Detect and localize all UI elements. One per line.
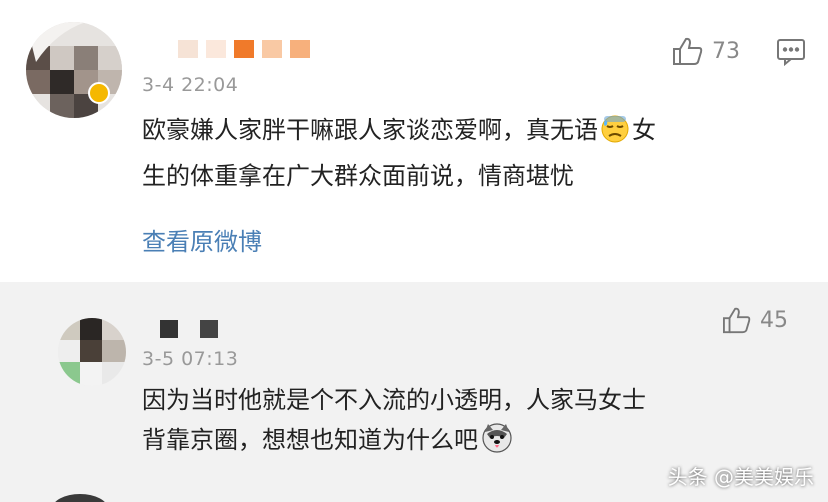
like-button[interactable]: 45 [722,306,788,334]
view-original-link[interactable]: 查看原微博 [142,222,262,257]
comment-timestamp: 3-5 07:13 [142,348,239,370]
comment-text-line: 背靠京圈，想想也知道为什么吧 [142,426,478,454]
like-button[interactable]: 73 [672,36,740,66]
comment-text-line: 生的体重拿在广大群众面前说，情商堪忧 [142,162,574,190]
avatar[interactable] [58,318,126,386]
comment-timestamp: 3-4 22:04 [142,74,239,96]
comment-text-line: 因为当时他就是个不入流的小透明，人家马女士 [142,386,646,414]
username-masked[interactable] [178,40,310,58]
thumbs-up-icon [722,306,752,334]
comment-item: 3-4 22:04 73 欧豪嫌人家胖干嘛跟人家谈恋爱啊，真无语 女 生的体重拿在… [0,0,828,282]
sweat-face-emoji-icon [600,114,630,156]
like-count: 45 [760,307,788,333]
comment-text-line: 欧豪嫌人家胖干嘛跟人家谈恋爱啊，真无语 [142,116,598,144]
verified-badge-icon [88,82,110,104]
like-count: 73 [712,38,740,64]
comment-text: 因为当时他就是个不入流的小透明，人家马女士 背靠京圈，想想也知道为什么吧 [142,380,802,466]
avatar[interactable] [26,22,122,118]
husky-face-emoji-icon [480,422,514,466]
comment-text: 欧豪嫌人家胖干嘛跟人家谈恋爱啊，真无语 女 生的体重拿在广大群众面前说，情商堪忧 [142,110,802,196]
username-masked[interactable] [160,320,218,338]
comment-text-line: 女 [632,116,656,144]
comment-reply-icon[interactable] [776,38,806,70]
watermark: 头条 @美美娱乐 [667,465,814,489]
thumbs-up-icon [672,36,704,66]
